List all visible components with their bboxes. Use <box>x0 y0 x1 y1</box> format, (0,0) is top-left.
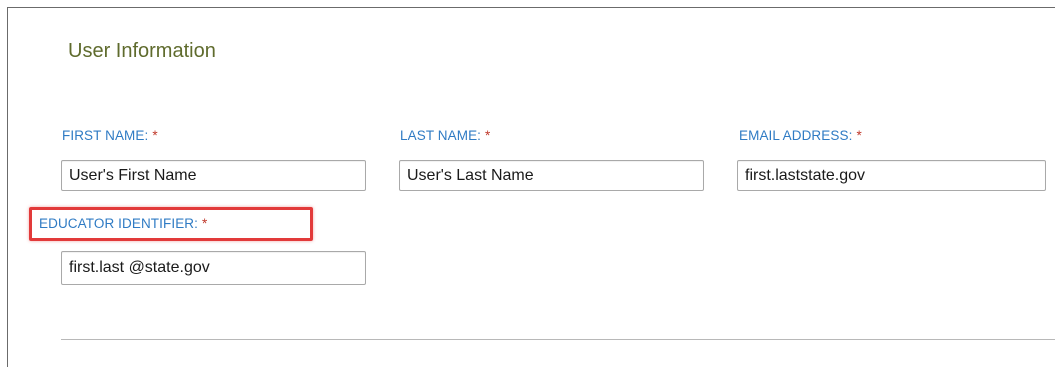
first-name-label-text: FIRST NAME: <box>62 128 149 143</box>
email-address-label: EMAIL ADDRESS: * <box>739 128 862 143</box>
first-name-label: FIRST NAME: * <box>62 128 158 143</box>
email-address-input[interactable] <box>737 160 1046 191</box>
required-asterisk: * <box>485 128 491 143</box>
educator-identifier-input[interactable] <box>61 251 366 285</box>
section-title: User Information <box>68 40 216 62</box>
section-divider <box>61 339 1055 340</box>
educator-identifier-label: EDUCATOR IDENTIFIER: * <box>39 216 207 231</box>
last-name-label: LAST NAME: * <box>400 128 490 143</box>
educator-identifier-label-text: EDUCATOR IDENTIFIER: <box>39 216 199 231</box>
required-asterisk: * <box>152 128 158 143</box>
last-name-label-text: LAST NAME: <box>400 128 482 143</box>
required-asterisk: * <box>856 128 862 143</box>
last-name-input[interactable] <box>399 160 704 191</box>
required-asterisk: * <box>202 216 208 231</box>
email-address-label-text: EMAIL ADDRESS: <box>739 128 853 143</box>
first-name-input[interactable] <box>61 160 366 191</box>
